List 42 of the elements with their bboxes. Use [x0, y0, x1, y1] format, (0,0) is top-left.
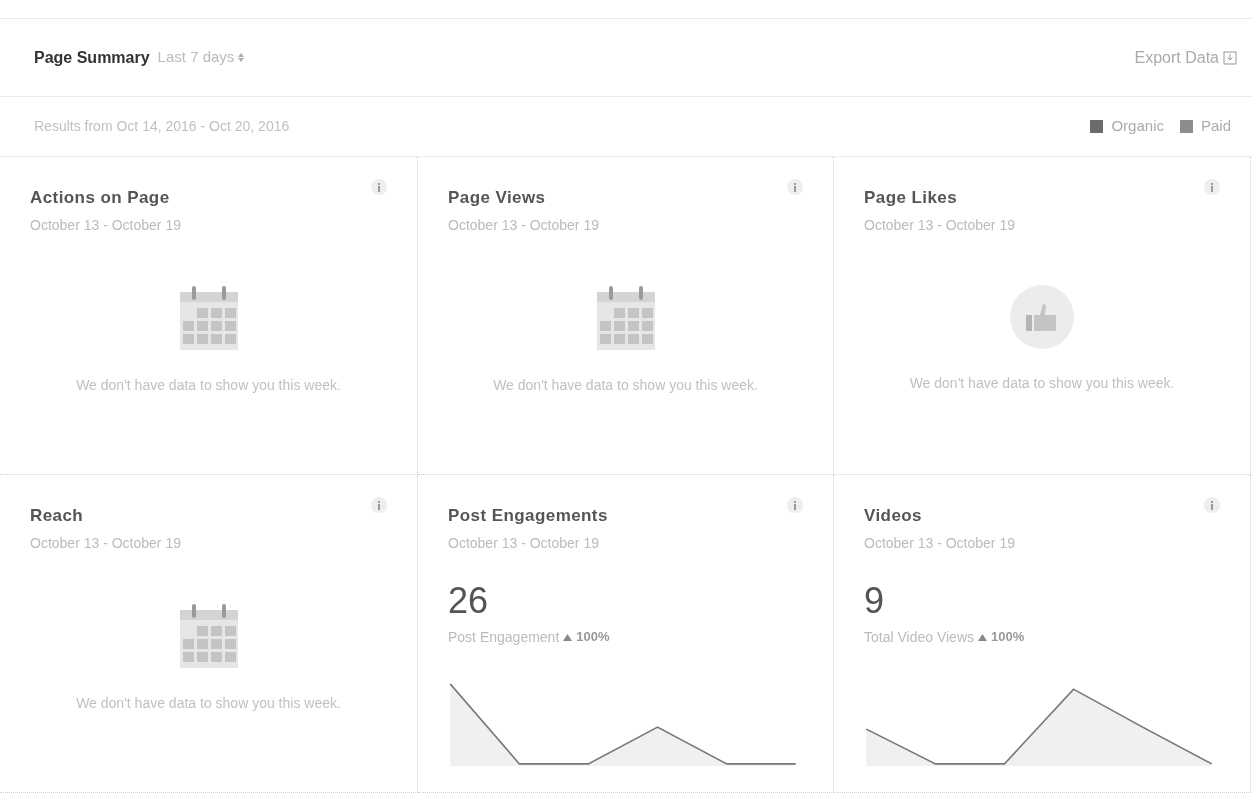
calendar-icon — [594, 283, 657, 352]
download-icon — [1223, 50, 1237, 65]
up-triangle-icon — [563, 633, 573, 641]
card-title: Actions on Page — [30, 187, 171, 209]
card-title: Page Views — [448, 187, 547, 209]
date-range: October 13 - October 19 — [448, 533, 600, 553]
empty-message: We don't have data to show you this week. — [75, 693, 342, 713]
export-data-button[interactable]: Export Data — [1134, 45, 1237, 70]
calendar-icon — [177, 283, 240, 352]
legend-label: Paid — [1200, 116, 1231, 137]
up-triangle-icon — [978, 633, 987, 641]
info-icon[interactable] — [787, 497, 803, 513]
period-dropdown[interactable]: Last 7 days — [157, 46, 245, 69]
results-date-range: Results from Oct 14, 2016 - Oct 20, 2016 — [34, 117, 290, 136]
date-range: October 13 - October 19 — [30, 533, 181, 553]
metric-value: 9 — [864, 578, 886, 623]
info-icon[interactable] — [787, 179, 803, 195]
info-icon[interactable] — [1204, 497, 1220, 513]
empty-message: We don't have data to show you this week. — [908, 373, 1176, 393]
empty-message: We don't have data to show you this week. — [75, 375, 342, 395]
metric-caption: Post Engagement — [448, 627, 560, 647]
metric-value: 26 — [448, 578, 490, 623]
empty-message: We don't have data to show you this week. — [492, 375, 759, 395]
date-range: October 13 - October 19 — [30, 215, 181, 235]
card-title: Page Likes — [864, 187, 959, 209]
change-percent: 100% — [576, 628, 610, 647]
card-title: Videos — [864, 505, 923, 527]
legend-label: Organic — [1111, 116, 1164, 137]
info-icon[interactable] — [371, 497, 387, 513]
card-title: Reach — [30, 505, 85, 527]
thumbs-up-icon — [1009, 283, 1075, 350]
date-range: October 13 - October 19 — [864, 533, 1015, 553]
info-icon[interactable] — [1204, 179, 1220, 195]
date-range: October 13 - October 19 — [448, 215, 599, 235]
change-percent: 100% — [991, 628, 1025, 647]
info-icon[interactable] — [371, 179, 387, 195]
sort-caret-icon — [238, 53, 245, 62]
metric-caption: Total Video Views — [864, 627, 974, 647]
card-title: Post Engagements — [448, 505, 608, 527]
calendar-icon — [177, 601, 240, 670]
date-range: October 13 - October 19 — [864, 215, 1015, 235]
page-title: Page Summary — [34, 47, 150, 68]
